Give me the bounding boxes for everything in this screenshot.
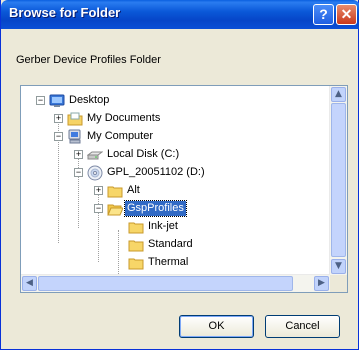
my-computer-icon [68, 129, 81, 144]
horizontal-scroll-thumb[interactable] [38, 276, 293, 291]
dialog-description: Gerber Device Profiles Folder [16, 54, 161, 66]
folder-icon [128, 240, 144, 252]
tree-item-desktop[interactable]: − Desktop [21, 92, 330, 110]
scroll-left-button[interactable]: ◀ [22, 276, 37, 291]
folder-icon [128, 258, 144, 270]
desktop-icon [49, 94, 65, 107]
expand-toggle[interactable]: + [94, 186, 103, 195]
folder-open-icon [107, 204, 123, 216]
window-title: Browse for Folder [9, 5, 121, 20]
vertical-scroll-thumb[interactable] [331, 103, 346, 257]
title-bar[interactable]: Browse for Folder ? ✕ [1, 0, 359, 29]
tree-item-label: Standard [148, 238, 193, 250]
tree-item-standard[interactable]: Standard [21, 236, 330, 254]
close-button[interactable]: ✕ [336, 4, 357, 25]
collapse-toggle[interactable]: − [94, 204, 103, 213]
tree-item-label: Thermal [148, 256, 189, 268]
tree-item-my-documents[interactable]: + My Documents [21, 110, 330, 128]
my-documents-icon [67, 112, 83, 126]
scrollbar-corner [330, 275, 347, 292]
expand-toggle[interactable]: + [74, 150, 83, 159]
scroll-right-button[interactable]: ▶ [314, 276, 329, 291]
help-button[interactable]: ? [313, 4, 334, 25]
scroll-up-button[interactable]: ▲ [331, 87, 346, 102]
tree-item-thermal[interactable]: Thermal [21, 254, 330, 272]
vertical-scrollbar[interactable]: ▲ ▼ [329, 86, 347, 276]
tree-item-label: My Documents [87, 112, 161, 124]
collapse-toggle[interactable]: − [54, 132, 63, 141]
horizontal-scrollbar[interactable]: ◀ ▶ [21, 274, 330, 292]
tree-item-label: Local Disk (C:) [107, 148, 180, 160]
tree-item-local-disk[interactable]: + Local Disk (C:) [21, 146, 330, 164]
tree-item-label: Ink-jet [148, 220, 178, 232]
local-disk-icon [87, 151, 103, 160]
tree-item-label: GspProfiles [124, 200, 187, 217]
folder-tree[interactable]: − Desktop + My Documents − My Computer +… [20, 85, 348, 293]
tree-item-label: Alt [127, 184, 140, 196]
tree-item-cd-drive[interactable]: − GPL_20051102 (D:) [21, 164, 330, 182]
folder-icon [107, 186, 123, 198]
tree-item-gspprofiles[interactable]: − GspProfiles [21, 200, 330, 218]
tree-item-alt[interactable]: + Alt [21, 182, 330, 200]
tree-item-label: My Computer [87, 130, 154, 142]
scroll-down-button[interactable]: ▼ [331, 259, 346, 274]
tree-item-label: GPL_20051102 (D:) [107, 166, 205, 178]
ok-button[interactable]: OK [179, 315, 254, 338]
tree-item-my-computer[interactable]: − My Computer [21, 128, 330, 146]
folder-icon [128, 222, 144, 234]
tree-item-label: Desktop [69, 94, 110, 106]
cd-drive-icon [87, 165, 103, 181]
cancel-button[interactable]: Cancel [265, 315, 340, 338]
collapse-toggle[interactable]: − [74, 168, 83, 177]
browse-for-folder-dialog: Browse for Folder ? ✕ Gerber Device Prof… [0, 0, 359, 350]
expand-toggle[interactable]: + [54, 114, 63, 123]
collapse-toggle[interactable]: − [36, 96, 45, 105]
tree-item-ink-jet[interactable]: Ink-jet [21, 218, 330, 236]
